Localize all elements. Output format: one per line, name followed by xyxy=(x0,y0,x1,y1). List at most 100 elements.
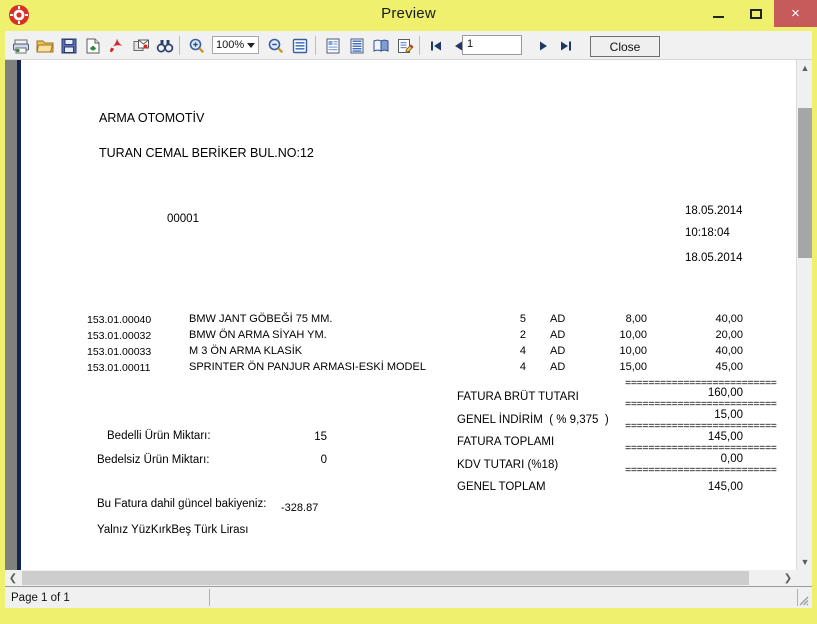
title-bar: Preview × xyxy=(0,0,817,31)
zoom-level-select[interactable]: 100% xyxy=(212,36,259,54)
status-bar: Page 1 of 1 xyxy=(5,586,812,608)
toolbar-separator-3 xyxy=(419,36,420,55)
totals-separator: ========================== xyxy=(625,464,777,476)
table-row-price: 8,00 xyxy=(625,313,647,325)
document-page: ARMA OTOMOTİV TURAN CEMAL BERİKER BUL.NO… xyxy=(21,60,796,570)
scroll-down-icon[interactable]: ▼ xyxy=(797,554,813,570)
toolbar-separator-1 xyxy=(179,36,180,55)
open-folder-icon[interactable] xyxy=(33,34,56,57)
resize-grip[interactable] xyxy=(796,593,809,606)
toolbar: 100% 1 Close xyxy=(5,31,812,60)
table-row-description: BMW JANT GÖBEĞİ 75 MM. xyxy=(189,313,333,325)
free-qty-value: 0 xyxy=(320,454,327,466)
maximize-button[interactable] xyxy=(737,0,774,27)
send-mail-icon[interactable] xyxy=(129,34,152,57)
document-number: 00001 xyxy=(167,213,199,225)
table-row-code: 153.01.00011 xyxy=(87,362,151,374)
page-left-gutter xyxy=(5,60,17,570)
minimize-button[interactable] xyxy=(700,0,737,27)
window-title: Preview xyxy=(381,5,436,22)
totals-label: FATURA BRÜT TUTARI xyxy=(457,391,579,403)
table-row-price: 10,00 xyxy=(619,329,647,341)
continuous-page-icon[interactable] xyxy=(345,34,368,57)
single-page-icon[interactable] xyxy=(321,34,344,57)
scroll-up-icon[interactable]: ▲ xyxy=(797,60,813,76)
table-row-qty: 4 xyxy=(519,345,526,357)
table-row-price: 15,00 xyxy=(619,361,647,373)
fit-page-icon[interactable] xyxy=(288,34,311,57)
amount-in-words: Yalnız YüzKırkBeş Türk Lirası xyxy=(97,524,249,536)
page-number-input[interactable]: 1 xyxy=(462,35,522,55)
close-icon: × xyxy=(791,5,800,22)
totals-label: FATURA TOPLAMI xyxy=(457,436,555,448)
table-row-unit: AD xyxy=(550,313,566,325)
zoom-level-value: 100% xyxy=(216,39,245,51)
header-date-1: 18.05.2014 xyxy=(685,205,743,217)
free-qty-label: Bedelsiz Ürün Miktarı: xyxy=(97,454,210,466)
next-page-button[interactable] xyxy=(532,34,555,57)
preview-window: Preview × 100% 1 Close ARMA OTOMOTİV TUR… xyxy=(0,0,817,624)
preview-client-area: ARMA OTOMOTİV TURAN CEMAL BERİKER BUL.NO… xyxy=(5,60,812,586)
horizontal-scrollbar[interactable]: ❮ ❯ xyxy=(5,570,796,586)
facing-pages-icon[interactable] xyxy=(369,34,392,57)
page-number-value: 1 xyxy=(467,38,474,50)
header-time: 10:18:04 xyxy=(685,227,730,239)
table-row-total: 20,00 xyxy=(715,329,743,341)
table-row-qty: 2 xyxy=(519,329,526,341)
close-button-label: Close xyxy=(609,39,641,54)
zoom-in-icon[interactable] xyxy=(185,34,208,57)
find-binoculars-icon[interactable] xyxy=(153,34,176,57)
chevron-down-icon xyxy=(247,43,255,48)
header-date-2: 18.05.2014 xyxy=(685,252,743,264)
table-row-qty: 5 xyxy=(519,313,526,325)
table-row-unit: AD xyxy=(550,345,566,357)
totals-label: GENEL TOPLAM xyxy=(457,481,546,493)
invoice-document: ARMA OTOMOTİV TURAN CEMAL BERİKER BUL.NO… xyxy=(21,60,796,570)
scroll-left-icon[interactable]: ❮ xyxy=(5,570,21,586)
totals-value: 15,00 xyxy=(714,409,743,421)
totals-value: 145,00 xyxy=(707,431,743,443)
first-page-button[interactable] xyxy=(424,34,447,57)
table-row-code: 153.01.00033 xyxy=(87,346,152,358)
close-window-button[interactable]: × xyxy=(774,0,817,27)
toolbar-separator-2 xyxy=(315,36,316,55)
vertical-scrollbar-thumb[interactable] xyxy=(798,108,812,258)
table-row-unit: AD xyxy=(550,329,566,341)
horizontal-scrollbar-thumb[interactable] xyxy=(22,571,749,585)
save-icon[interactable] xyxy=(57,34,80,57)
zoom-out-icon[interactable] xyxy=(264,34,287,57)
table-row-total: 40,00 xyxy=(715,313,743,325)
status-page-info: Page 1 of 1 xyxy=(7,589,210,606)
table-row-description: SPRINTER ÖN PANJUR ARMASI-ESKİ MODEL xyxy=(189,361,426,373)
page-viewport: ARMA OTOMOTİV TURAN CEMAL BERİKER BUL.NO… xyxy=(5,60,796,570)
balance-value: -328.87 xyxy=(281,502,319,514)
table-row-price: 10,00 xyxy=(619,345,647,357)
totals-value: 145,00 xyxy=(707,481,743,493)
minimize-icon xyxy=(713,16,724,18)
print-icon[interactable] xyxy=(9,34,32,57)
last-page-button[interactable] xyxy=(554,34,577,57)
company-name: ARMA OTOMOTİV xyxy=(99,111,205,125)
table-row-total: 40,00 xyxy=(715,345,743,357)
company-address: TURAN CEMAL BERİKER BUL.NO:12 xyxy=(99,146,314,160)
table-row-unit: AD xyxy=(550,361,566,373)
table-row-description: M 3 ÖN ARMA KLASİK xyxy=(189,345,303,357)
table-row-qty: 4 xyxy=(519,361,526,373)
scroll-right-icon[interactable]: ❯ xyxy=(780,570,796,586)
edit-page-icon[interactable] xyxy=(393,34,416,57)
table-row-total: 45,00 xyxy=(715,361,743,373)
totals-label: KDV TUTARI (%18) xyxy=(457,459,559,471)
totals-value: 160,00 xyxy=(707,387,743,399)
table-row-code: 153.01.00032 xyxy=(87,330,152,342)
close-preview-button[interactable]: Close xyxy=(590,36,660,57)
status-secondary-panel xyxy=(213,589,798,606)
export-pdf-icon[interactable] xyxy=(105,34,128,57)
table-row-description: BMW ÖN ARMA SİYAH YM. xyxy=(189,329,327,341)
table-row-code: 153.01.00040 xyxy=(87,314,152,326)
maximize-icon xyxy=(749,8,762,19)
totals-label: GENEL İNDİRİM ( % 9,375 ) xyxy=(457,414,609,426)
totals-value: 0,00 xyxy=(720,453,743,465)
export-icon[interactable] xyxy=(81,34,104,57)
paid-qty-value: 15 xyxy=(314,431,327,443)
vertical-scrollbar[interactable]: ▲ ▼ xyxy=(796,60,812,570)
